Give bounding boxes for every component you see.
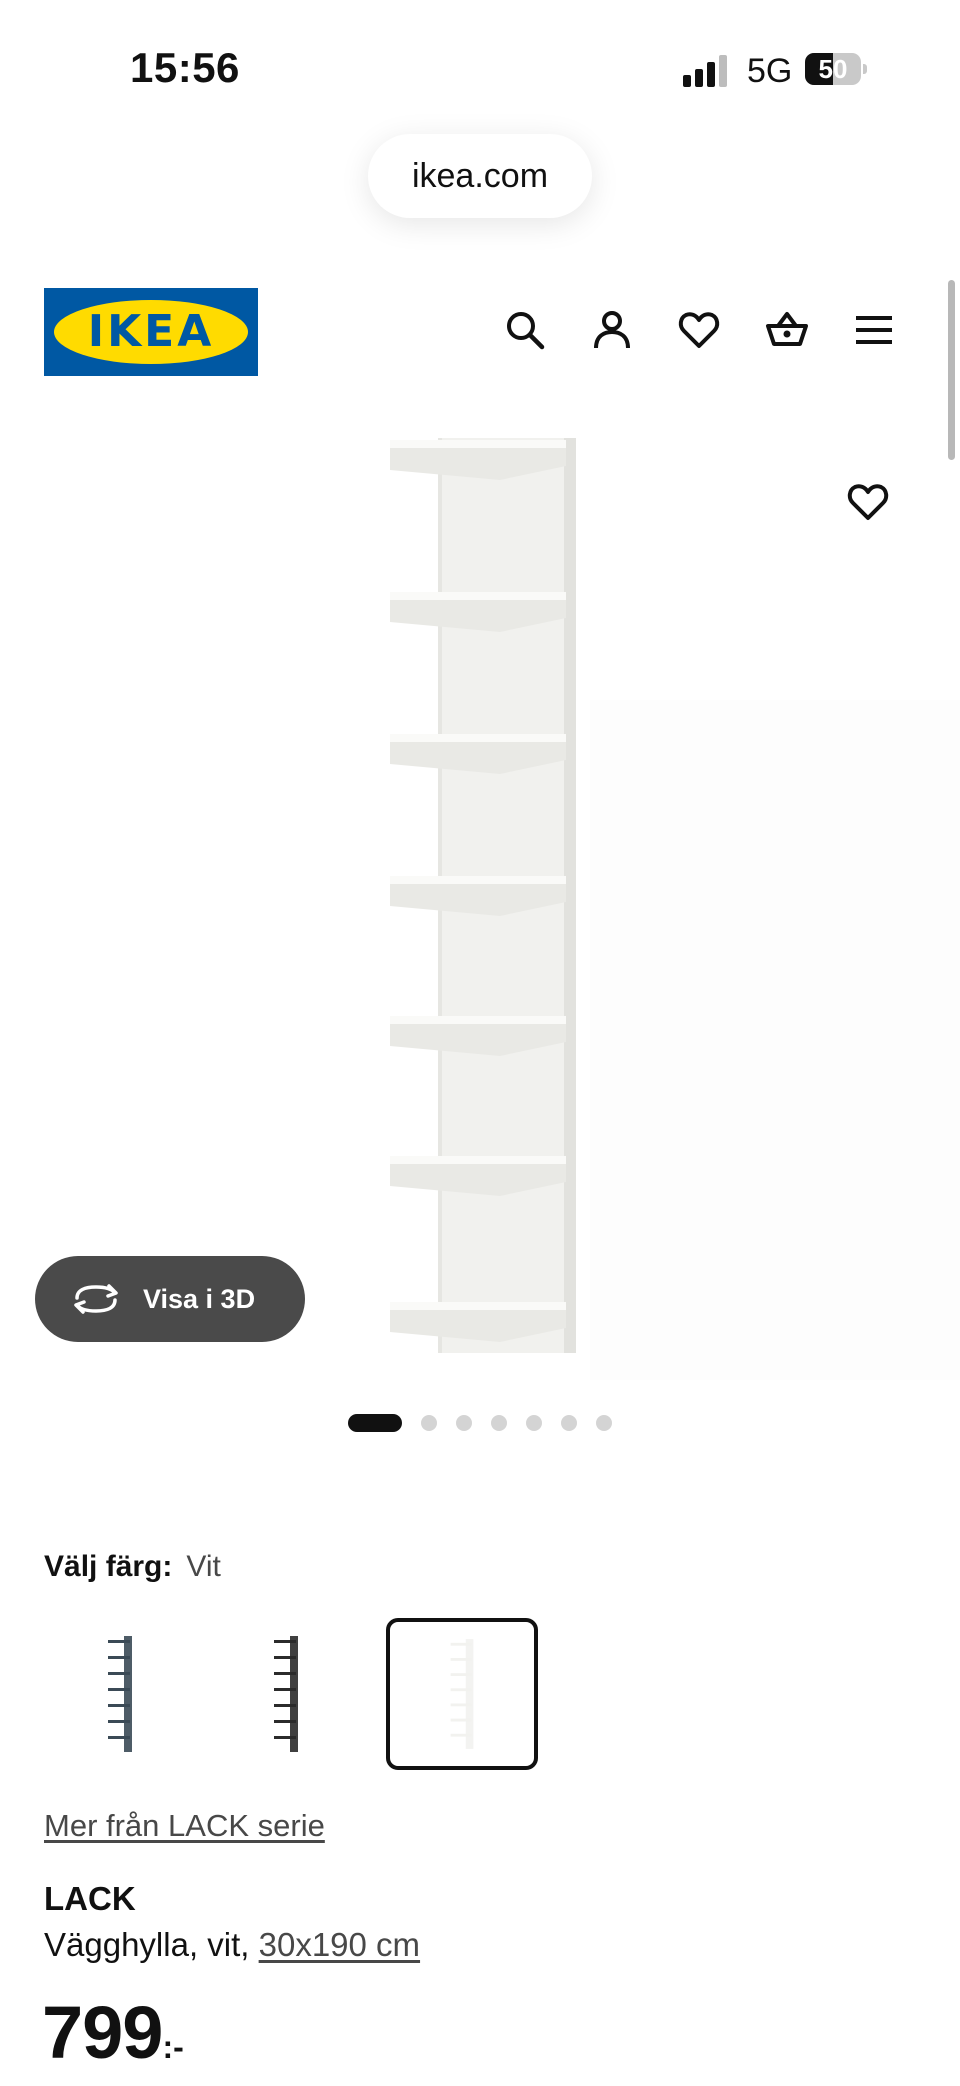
add-to-favourites-icon[interactable] xyxy=(846,480,890,536)
price-integer: 799 xyxy=(42,1991,163,2074)
view-in-3d-button[interactable]: Visa i 3D xyxy=(35,1256,305,1342)
product-name: LACK xyxy=(44,1880,136,1917)
cellular-signal-icon xyxy=(683,55,727,87)
image-pagination[interactable] xyxy=(348,1413,631,1433)
product-dimension-link[interactable]: 30x190 cm xyxy=(259,1926,420,1963)
product-image[interactable] xyxy=(0,420,960,1380)
favourites-icon[interactable] xyxy=(671,302,727,358)
network-type: 5G xyxy=(747,52,793,90)
rotate-3d-icon xyxy=(74,1284,118,1314)
ikea-logo[interactable]: IKEA xyxy=(44,288,258,376)
pagination-dot[interactable] xyxy=(421,1415,437,1431)
pagination-dot[interactable] xyxy=(491,1415,507,1431)
series-link[interactable]: Mer från LACK serie xyxy=(44,1808,325,1844)
pagination-dot[interactable] xyxy=(456,1415,472,1431)
battery-level: 50 xyxy=(818,54,848,84)
status-time: 15:56 xyxy=(130,44,240,91)
swatch-black-brown[interactable] xyxy=(210,1618,362,1770)
pagination-dot[interactable] xyxy=(526,1415,542,1431)
swatch-white[interactable] xyxy=(386,1618,538,1770)
url-bar[interactable]: ikea.com xyxy=(368,134,592,218)
view-in-3d-label: Visa i 3D xyxy=(143,1283,256,1314)
product-price: 799:- xyxy=(42,1990,184,2075)
product-description: Vägghylla, vit, 30x190 cm xyxy=(44,1926,420,1964)
pagination-dot[interactable] xyxy=(348,1414,402,1432)
product-description-text: Vägghylla, vit, xyxy=(44,1926,259,1963)
pagination-dot[interactable] xyxy=(561,1415,577,1431)
battery-icon: 50 xyxy=(805,53,867,85)
pagination-dot[interactable] xyxy=(596,1415,612,1431)
color-selector-label-row: Välj färg: Vit xyxy=(44,1550,221,1584)
color-label: Välj färg: xyxy=(44,1550,173,1583)
color-value: Vit xyxy=(186,1550,221,1583)
price-suffix: :- xyxy=(162,2029,184,2065)
account-icon[interactable] xyxy=(584,302,640,358)
search-icon[interactable] xyxy=(497,302,553,358)
logo-text: IKEA xyxy=(87,306,215,357)
basket-icon[interactable] xyxy=(759,302,815,358)
swatch-dark-blue-gray[interactable] xyxy=(44,1618,196,1770)
menu-icon[interactable] xyxy=(846,302,902,358)
